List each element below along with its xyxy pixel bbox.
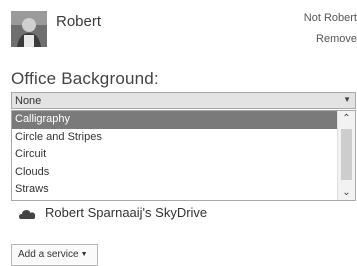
option-circuit[interactable]: Circuit (12, 146, 337, 164)
skydrive-service-label[interactable]: Robert Sparnaaij's SkyDrive (45, 205, 207, 220)
chevron-down-icon[interactable]: ⌄ (338, 187, 355, 198)
add-service-label: Add a service (18, 249, 79, 260)
scroll-thumb[interactable] (341, 129, 352, 180)
office-background-listbox[interactable]: Calligraphy Circle and Stripes Circuit C… (11, 110, 356, 201)
avatar (11, 11, 47, 47)
office-background-heading: Office Background: (11, 69, 159, 88)
listbox-scrollbar[interactable]: ⌃ ⌄ (337, 111, 355, 200)
avatar-photo (11, 11, 47, 47)
option-circle-and-stripes[interactable]: Circle and Stripes (12, 129, 337, 147)
option-calligraphy[interactable]: Calligraphy (12, 111, 337, 129)
remove-account-link[interactable]: Remove (316, 33, 357, 45)
switch-account-link[interactable]: Not Robert (304, 12, 357, 24)
office-background-select[interactable]: None ▼ (11, 92, 356, 109)
caret-down-icon: ▼ (80, 251, 88, 258)
add-service-button[interactable]: Add a service ▼ (11, 244, 98, 266)
user-name: Robert (56, 13, 102, 30)
chevron-up-icon[interactable]: ⌃ (338, 113, 355, 124)
listbox-options: Calligraphy Circle and Stripes Circuit C… (12, 111, 337, 200)
select-value: None (15, 95, 42, 107)
cloud-icon (19, 207, 36, 219)
option-clouds[interactable]: Clouds (12, 164, 337, 182)
option-straws[interactable]: Straws (12, 181, 337, 199)
caret-down-icon: ▼ (343, 95, 351, 104)
